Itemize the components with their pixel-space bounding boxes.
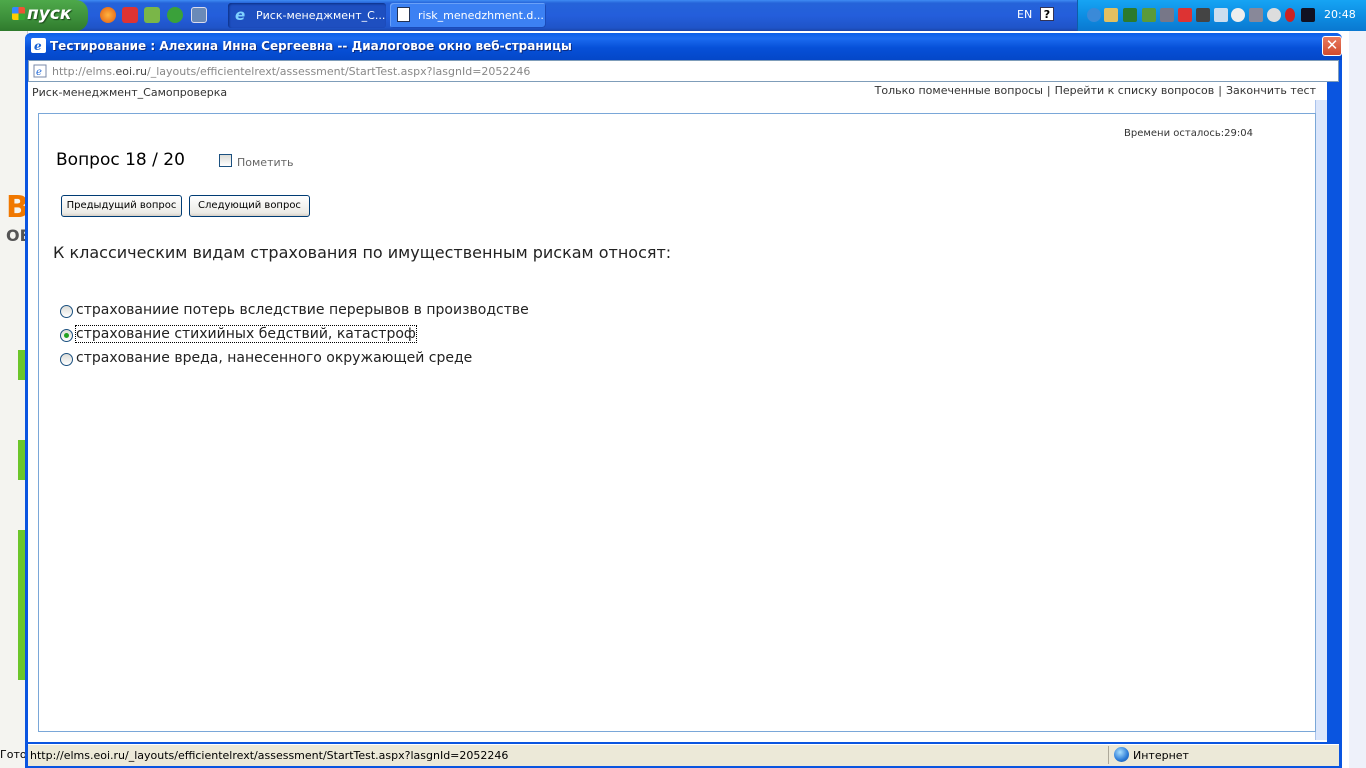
dialog-title: Тестирование : Алехина Инна Сергеевна --…: [50, 39, 572, 53]
ie-icon: e: [31, 38, 46, 53]
security-zone: Интернет: [1133, 749, 1189, 762]
monitor-tray-icon[interactable]: [1160, 8, 1174, 22]
address-prefix: http://elms.: [52, 65, 116, 78]
background-status-text: Гото: [0, 748, 27, 761]
ie-icon: e: [235, 6, 246, 24]
volume-tray-icon[interactable]: [1231, 8, 1245, 22]
address-domain: eoi.ru: [115, 65, 148, 78]
clock-tray-icon[interactable]: [1267, 8, 1281, 22]
course-title: Риск-менеджмент_Самопроверка: [32, 86, 228, 99]
content-scrollbar[interactable]: [1315, 100, 1327, 740]
app-tray-icon[interactable]: [1142, 8, 1156, 22]
status-url: http://elms.eoi.ru/_layouts/efficientelr…: [30, 749, 509, 762]
answer-radio[interactable]: [60, 353, 73, 366]
folder-tray-icon[interactable]: [1104, 8, 1118, 22]
background-green-bar: [18, 440, 25, 480]
app-quicklaunch-icon[interactable]: [144, 7, 160, 23]
link-separator: |: [1218, 84, 1222, 97]
svg-text:e: e: [36, 67, 42, 78]
windows-flag-icon: [12, 7, 25, 20]
messenger-tray-icon[interactable]: [1301, 8, 1315, 22]
question-number: Вопрос 18 / 20: [56, 150, 185, 170]
start-button[interactable]: пуск: [0, 0, 88, 31]
link-separator: |: [1046, 84, 1051, 97]
desktop-quicklaunch-icon[interactable]: [191, 7, 207, 23]
language-indicator[interactable]: EN: [1017, 8, 1032, 21]
background-green-bar: [18, 350, 25, 380]
link-question-list[interactable]: Перейти к списку вопросов: [1055, 84, 1215, 97]
save-quicklaunch-icon[interactable]: [122, 7, 138, 23]
background-scrollbar[interactable]: [1349, 31, 1366, 768]
page-icon: e: [33, 63, 47, 78]
time-remaining: Времени осталось:29:04: [1124, 128, 1253, 139]
svg-text:e: e: [34, 39, 42, 53]
question-text: К классическим видам страхования по имущ…: [53, 243, 672, 262]
answer-label[interactable]: страхованиие потерь вследствие перерывов…: [76, 302, 529, 318]
address-path: /_layouts/efficientelrext/assessment/Sta…: [147, 65, 531, 78]
word-document-icon: [397, 7, 410, 22]
taskbar-item-label: Риск-менеджмент_С...: [256, 9, 386, 22]
taskbar-item-label: risk_menedzhment.d...: [418, 9, 544, 22]
next-question-button[interactable]: Следующий вопрос: [189, 195, 310, 217]
close-button[interactable]: ✕: [1322, 36, 1342, 56]
network-tray-icon[interactable]: [1087, 8, 1101, 22]
answer-label[interactable]: страхование стихийных бедствий, катастро…: [75, 325, 417, 343]
taskbar-item-risk-management[interactable]: e Риск-менеджмент_С...: [228, 3, 386, 28]
mark-label[interactable]: Пометить: [237, 156, 294, 169]
link-marked-questions[interactable]: Только помеченные вопросы: [875, 84, 1043, 97]
header-links: Только помеченные вопросы | Перейти к спис…: [875, 84, 1316, 97]
dialog-right-border: [1327, 100, 1339, 742]
previous-question-button[interactable]: Предыдущий вопрос: [61, 195, 182, 217]
mark-checkbox[interactable]: [219, 154, 232, 167]
clock: 20:48: [1324, 8, 1356, 21]
antivirus-tray-icon[interactable]: [1178, 8, 1192, 22]
start-label: пуск: [27, 4, 72, 24]
address-text: http://elms.eoi.ru/_layouts/efficientelr…: [52, 65, 530, 78]
display-tray-icon[interactable]: [1249, 8, 1263, 22]
bluetooth-tray-icon[interactable]: [1214, 8, 1228, 22]
answer-radio-selected[interactable]: [60, 329, 73, 342]
utorrent-quicklaunch-icon[interactable]: [167, 7, 183, 23]
link-finish-test[interactable]: Закончить тест: [1226, 84, 1316, 97]
firefox-quicklaunch-icon[interactable]: [100, 7, 116, 23]
globe-icon: [1114, 747, 1129, 762]
alert-tray-icon[interactable]: [1285, 8, 1295, 22]
status-divider: [1108, 746, 1109, 764]
background-green-bar: [18, 530, 25, 680]
speaker-tray-icon[interactable]: [1196, 8, 1210, 22]
app-tray-icon[interactable]: [1123, 8, 1137, 22]
taskbar-item-word-document[interactable]: risk_menedzhment.d...: [390, 3, 546, 28]
help-icon[interactable]: ?: [1040, 7, 1054, 21]
answer-radio[interactable]: [60, 305, 73, 318]
answer-label[interactable]: страхование вреда, нанесенного окружающе…: [76, 350, 472, 366]
